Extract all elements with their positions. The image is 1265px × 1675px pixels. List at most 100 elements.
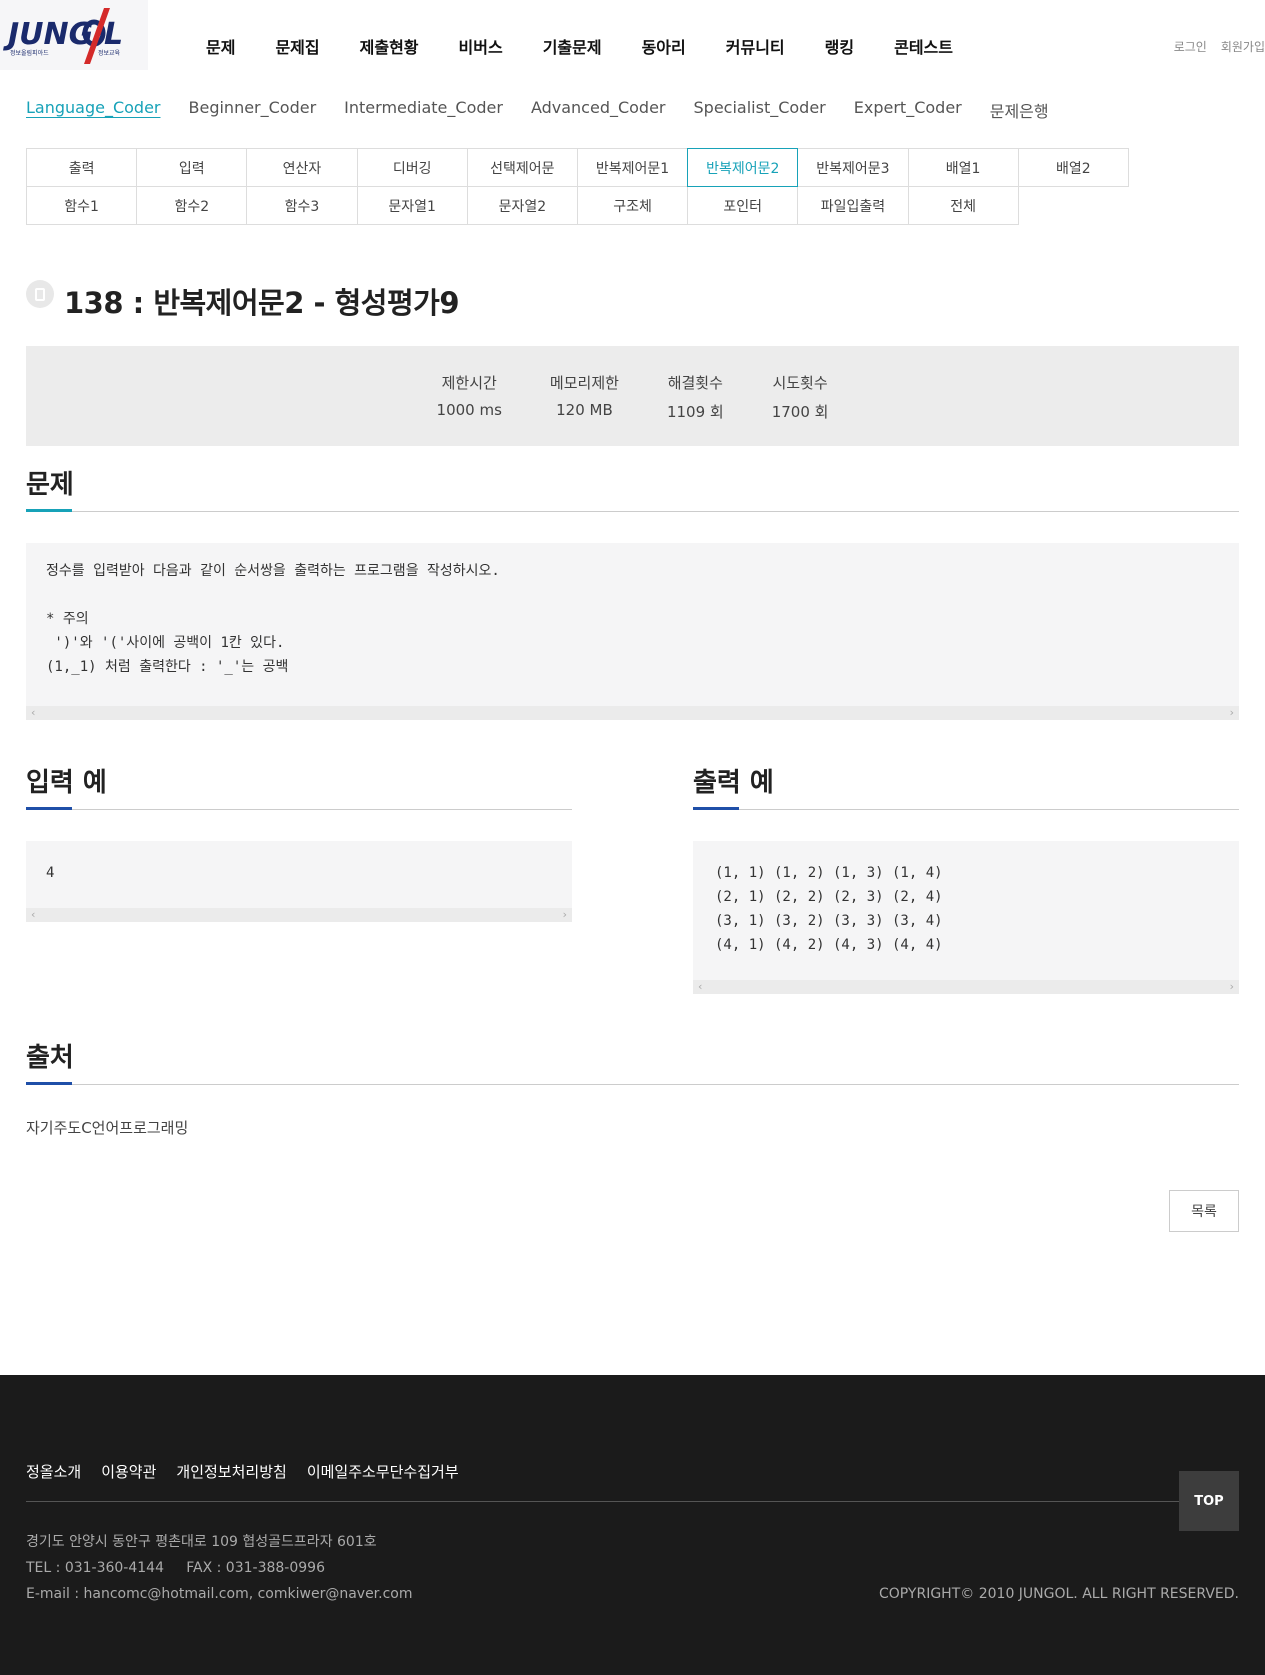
nav-item-ranking[interactable]: 랭킹 [825,34,854,58]
section-divider [26,511,1239,512]
category-string1[interactable]: 문자열1 [356,186,468,225]
jungol-logo[interactable]: JUNG L 정보올림피아드 정보교육 [0,0,148,70]
nav-item-problem-sets[interactable]: 문제집 [275,34,319,58]
nav-item-past-problems[interactable]: 기출문제 [543,34,602,58]
stat-label: 해결횟수 [667,374,723,392]
category-all[interactable]: 전체 [907,186,1019,225]
category-input[interactable]: 입력 [136,148,248,187]
category-output[interactable]: 출력 [26,148,138,187]
stat-solved-count: 해결횟수 1109 회 [667,372,724,446]
footer-copyright: COPYRIGHT© 2010 JUNGOL. ALL RIGHT RESERV… [879,1586,1239,1602]
category-operators[interactable]: 연산자 [246,148,358,187]
nav-item-clubs[interactable]: 동아리 [642,34,686,58]
tab-advanced-coder[interactable]: Advanced_Coder [531,98,666,122]
stat-value: 1109 회 [666,403,724,421]
nav-item-problems[interactable]: 문제 [206,34,235,58]
section-accent-bar [26,1082,72,1085]
problem-section-header: 문제 [26,464,1239,512]
footer-link-terms[interactable]: 이용약관 [101,1461,156,1482]
stat-value: 1700 회 [771,403,829,421]
category-function3[interactable]: 함수3 [246,186,358,225]
category-function1[interactable]: 함수1 [26,186,138,225]
section-accent-bar [693,807,739,810]
problem-title-row: 138 : 반복제어문2 - 형성평가9 [26,280,460,322]
tab-beginner-coder[interactable]: Beginner_Coder [189,98,317,122]
stat-time-limit: 제한시간 1000 ms [437,372,502,446]
problem-title: 138 : 반복제어문2 - 형성평가9 [64,286,460,320]
scroll-left-icon[interactable]: ‹ [697,980,704,994]
scroll-left-icon[interactable]: ‹ [30,706,37,720]
nav-item-contest[interactable]: 콘테스트 [894,34,953,58]
section-title-output: 출력 예 [693,768,774,798]
horizontal-scrollbar[interactable]: ‹ › [26,706,1239,720]
source-section-header: 출처 [26,1037,1239,1085]
svg-text:정보교육: 정보교육 [98,50,121,57]
nav-item-submissions[interactable]: 제출현황 [360,34,419,58]
scroll-right-icon[interactable]: › [1228,706,1235,720]
footer-link-about[interactable]: 정올소개 [26,1461,81,1482]
category-array2[interactable]: 배열2 [1017,148,1129,187]
category-pointer[interactable]: 포인터 [687,186,799,225]
main-nav: 문제 문제집 제출현황 비버스 기출문제 동아리 커뮤니티 랭킹 콘테스트 [206,34,993,58]
footer-divider [26,1501,1239,1502]
list-button[interactable]: 목록 [1169,1190,1239,1232]
footer-tel-fax: TEL : 031-360-4144 FAX : 031-388-0996 [26,1560,325,1576]
category-function2[interactable]: 함수2 [136,186,248,225]
output-example: (1, 1) (1, 2) (1, 3) (1, 4) (2, 1) (2, 2… [715,865,943,953]
document-icon [26,280,54,308]
stat-value: 1000 ms [436,401,502,419]
nav-item-community[interactable]: 커뮤니티 [726,34,785,58]
stat-label: 제한시간 [441,374,497,392]
category-loop2[interactable]: 반복제어문2 [687,148,799,187]
stat-label: 시도횟수 [772,374,828,392]
stat-memory-limit: 메모리제한 120 MB [550,372,619,446]
footer-address: 경기도 안양시 동안구 평촌대로 109 협성골드프라자 601호 [26,1534,377,1550]
category-array1[interactable]: 배열1 [907,148,1019,187]
footer-link-email-policy[interactable]: 이메일주소무단수집거부 [307,1461,459,1482]
scroll-top-button[interactable]: TOP [1179,1471,1239,1531]
signup-link[interactable]: 회원가입 [1221,38,1265,55]
horizontal-scrollbar[interactable]: ‹ › [693,980,1239,994]
category-file-io[interactable]: 파일입출력 [797,186,909,225]
problem-description-box: 정수를 입력받아 다음과 같이 순서쌍을 출력하는 프로그램을 작성하시오. *… [26,543,1239,720]
tab-specialist-coder[interactable]: Specialist_Coder [694,98,826,122]
category-string2[interactable]: 문자열2 [466,186,578,225]
user-util-links: 로그인 회원가입 [1160,38,1265,55]
tab-intermediate-coder[interactable]: Intermediate_Coder [344,98,503,122]
horizontal-scrollbar[interactable]: ‹ › [26,908,572,922]
nav-item-bebras[interactable]: 비버스 [459,34,503,58]
input-example-box: 4 ‹ › [26,841,572,922]
section-title-input: 입력 예 [26,768,107,798]
problem-source: 자기주도C언어프로그래밍 [26,1119,189,1137]
tab-expert-coder[interactable]: Expert_Coder [854,98,962,122]
svg-text:L: L [104,17,123,52]
footer-links: 정올소개 이용약관 개인정보처리방침 이메일주소무단수집거부 [26,1461,479,1482]
section-title-source: 출처 [26,1043,74,1073]
tab-language-coder[interactable]: Language_Coder [26,98,161,122]
category-struct[interactable]: 구조체 [576,186,689,225]
site-footer: 정올소개 이용약관 개인정보처리방침 이메일주소무단수집거부 TOP 경기도 안… [0,1375,1265,1675]
footer-link-privacy[interactable]: 개인정보처리방침 [176,1461,286,1482]
svg-text:JUNG: JUNG [3,17,93,52]
input-example: 4 [46,865,55,881]
login-link[interactable]: 로그인 [1174,38,1207,55]
category-loop1[interactable]: 반복제어문1 [576,148,689,187]
section-accent-bar [26,509,72,512]
section-divider [693,809,1239,810]
category-debugging[interactable]: 디버깅 [356,148,468,187]
output-example-box: (1, 1) (1, 2) (1, 3) (1, 4) (2, 1) (2, 2… [693,841,1239,994]
scroll-right-icon[interactable]: › [561,908,568,922]
tab-problem-bank[interactable]: 문제은행 [990,98,1049,122]
level-tabs: Language_Coder Beginner_Coder Intermedia… [26,98,1077,122]
footer-email: E-mail : hancomc@hotmail.com, comkiwer@n… [26,1586,413,1602]
scroll-left-icon[interactable]: ‹ [30,908,37,922]
scroll-right-icon[interactable]: › [1228,980,1235,994]
category-row: 출력 입력 연산자 디버깅 선택제어문 반복제어문1 반복제어문2 반복제어문3… [26,148,1138,187]
category-loop3[interactable]: 반복제어문3 [797,148,909,187]
stat-label: 메모리제한 [549,374,619,392]
category-grid: 출력 입력 연산자 디버깅 선택제어문 반복제어문1 반복제어문2 반복제어문3… [26,148,1138,225]
section-divider [26,809,572,810]
stat-value: 120 MB [556,401,613,419]
section-divider [26,1084,1239,1085]
category-selection[interactable]: 선택제어문 [466,148,578,187]
